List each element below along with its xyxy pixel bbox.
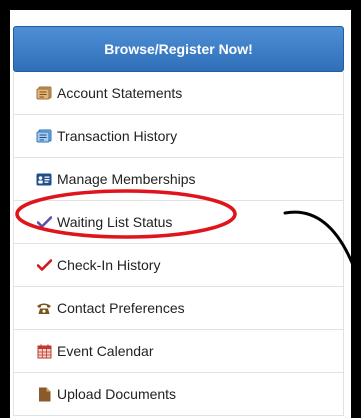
checkmark-icon bbox=[36, 257, 52, 273]
menu-item-label: Account Statements bbox=[57, 85, 183, 101]
sidebar-panel: Browse/Register Now! Account Statements bbox=[10, 10, 351, 418]
browse-register-label: Browse/Register Now! bbox=[104, 41, 253, 57]
menu-item-event-calendar[interactable]: Event Calendar bbox=[13, 330, 344, 373]
menu-item-upload-documents[interactable]: Upload Documents bbox=[13, 373, 344, 416]
menu-item-label: Event Calendar bbox=[57, 343, 154, 359]
menu-item-label: Check-In History bbox=[57, 257, 161, 273]
menu-item-account-statements[interactable]: Account Statements bbox=[13, 72, 344, 115]
calendar-icon bbox=[36, 343, 52, 359]
statement-icon bbox=[36, 85, 52, 101]
browse-register-button[interactable]: Browse/Register Now! bbox=[13, 26, 344, 72]
document-icon bbox=[36, 386, 52, 402]
history-icon bbox=[36, 128, 52, 144]
sidebar-menu: Account Statements Transaction History M… bbox=[13, 72, 344, 416]
menu-item-transaction-history[interactable]: Transaction History bbox=[13, 115, 344, 158]
menu-item-label: Upload Documents bbox=[57, 386, 177, 402]
menu-item-check-in-history[interactable]: Check-In History bbox=[13, 244, 344, 287]
menu-item-label: Waiting List Status bbox=[57, 214, 173, 230]
menu-item-label: Transaction History bbox=[57, 128, 178, 144]
phone-icon bbox=[36, 300, 52, 316]
menu-item-label: Contact Preferences bbox=[57, 300, 185, 316]
menu-item-label: Manage Memberships bbox=[57, 171, 196, 187]
checkmark-icon bbox=[36, 214, 52, 230]
menu-item-waiting-list-status[interactable]: Waiting List Status bbox=[13, 201, 344, 244]
membership-card-icon bbox=[36, 171, 52, 187]
menu-item-contact-preferences[interactable]: Contact Preferences bbox=[13, 287, 344, 330]
menu-item-manage-memberships[interactable]: Manage Memberships bbox=[13, 158, 344, 201]
